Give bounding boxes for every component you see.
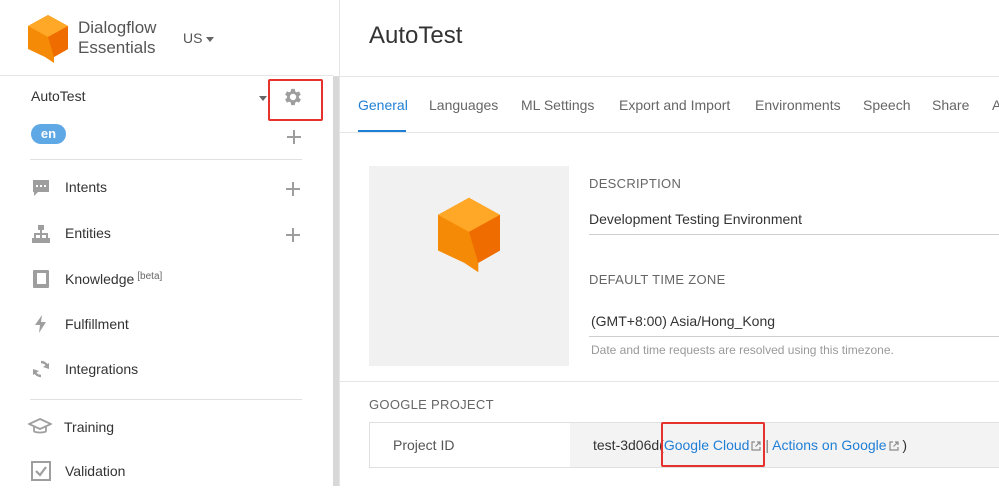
timezone-hint: Date and time requests are resolved usin… [591, 343, 894, 357]
link-separator: | [765, 437, 769, 453]
sidebar-item-label: Fulfillment [65, 316, 129, 332]
close-paren: ) [902, 437, 908, 453]
lightning-bolt-icon [35, 315, 46, 333]
sidebar: Dialogflow Essentials US AutoTest en Int… [0, 0, 339, 486]
gear-icon[interactable] [282, 86, 304, 108]
dialogflow-logo[interactable] [28, 15, 68, 63]
tab-languages[interactable]: Languages [429, 97, 498, 113]
chevron-down-icon [259, 96, 267, 101]
tab-overflow[interactable]: A [992, 97, 999, 113]
sidebar-item-label: Training [64, 419, 115, 435]
agent-name: AutoTest [31, 88, 86, 104]
book-icon [33, 270, 49, 288]
sidebar-item-label: Integrations [65, 361, 139, 377]
region-selector[interactable]: US [183, 30, 215, 46]
add-intent-plus-icon[interactable] [286, 182, 300, 196]
actions-on-google-link[interactable]: Actions on Google [772, 437, 899, 453]
tab-share[interactable]: Share [932, 97, 969, 113]
tab-speech[interactable]: Speech [863, 97, 910, 113]
brand-header: Dialogflow Essentials US [0, 0, 333, 76]
description-input[interactable]: Development Testing Environment [589, 211, 802, 227]
tab-environments[interactable]: Environments [755, 97, 841, 113]
sync-arrows-icon [33, 360, 49, 378]
chevron-down-icon [206, 36, 215, 42]
tab-ml-settings[interactable]: ML Settings [521, 97, 594, 113]
add-entity-plus-icon[interactable] [286, 228, 300, 242]
sidebar-item-training[interactable]: Training [0, 407, 333, 447]
sidebar-item-label: Entities [65, 225, 111, 241]
brand-line-2: Essentials [78, 38, 156, 57]
sidebar-item-integrations[interactable]: Integrations [0, 349, 333, 389]
timezone-underline [589, 336, 999, 337]
project-id-value-cell: test-3d06d(Google Cloud | Actions on Goo… [570, 422, 999, 468]
sidebar-item-label: Validation [65, 463, 126, 479]
section-divider [340, 381, 999, 382]
add-language-plus-icon[interactable] [287, 130, 301, 144]
main-content: AutoTest General Languages ML Settings E… [340, 0, 999, 486]
sidebar-item-knowledge[interactable]: Knowledge [beta] [0, 259, 333, 299]
settings-tabs: General Languages ML Settings Export and… [340, 77, 999, 133]
project-id-row: test-3d06d(Google Cloud | Actions on Goo… [593, 437, 907, 453]
sidebar-item-entities[interactable]: Entities [0, 214, 333, 254]
region-label: US [183, 30, 203, 46]
sidebar-item-fulfillment[interactable]: Fulfillment [0, 304, 333, 344]
tab-export-import[interactable]: Export and Import [619, 97, 730, 113]
beta-badge: [beta] [137, 271, 163, 282]
page-title: AutoTest [369, 22, 463, 49]
google-project-label: GOOGLE PROJECT [369, 397, 494, 412]
timezone-label: DEFAULT TIME ZONE [589, 272, 726, 287]
external-link-icon [751, 441, 762, 451]
actions-on-google-link-text: Actions on Google [772, 437, 887, 453]
sidebar-item-validation[interactable]: Validation [0, 451, 333, 491]
project-id-value: test-3d06d [593, 437, 660, 453]
sidebar-divider [30, 159, 302, 160]
brand-line-1: Dialogflow [78, 18, 157, 37]
sidebar-item-label: Intents [65, 179, 108, 195]
brand-name: Dialogflow Essentials [78, 18, 156, 58]
graduation-cap-icon [28, 418, 52, 434]
agent-avatar-preview[interactable] [369, 166, 569, 366]
google-cloud-link-text: Google Cloud [663, 437, 750, 453]
sidebar-divider [30, 399, 302, 400]
google-cloud-link[interactable]: Google Cloud [664, 437, 762, 453]
timezone-select[interactable]: (GMT+8:00) Asia/Hong_Kong [591, 313, 775, 329]
sidebar-item-intents[interactable]: Intents [0, 168, 333, 208]
description-label: DESCRIPTION [589, 176, 682, 191]
external-link-icon [888, 441, 899, 451]
sidebar-item-label: Knowledge [beta] [65, 271, 162, 287]
language-badge[interactable]: en [31, 124, 66, 144]
project-id-label: Project ID [393, 437, 455, 453]
agent-selector[interactable]: AutoTest [31, 88, 293, 108]
active-tab-indicator [358, 130, 406, 132]
chat-bubble-icon [33, 180, 49, 196]
project-id-label-cell: Project ID [369, 422, 571, 468]
tab-general[interactable]: General [358, 97, 408, 113]
description-underline [589, 234, 999, 235]
knowledge-label: Knowledge [65, 271, 135, 287]
checkbox-check-icon [31, 461, 51, 481]
hierarchy-icon [32, 225, 50, 243]
dialogflow-logo [438, 197, 500, 273]
